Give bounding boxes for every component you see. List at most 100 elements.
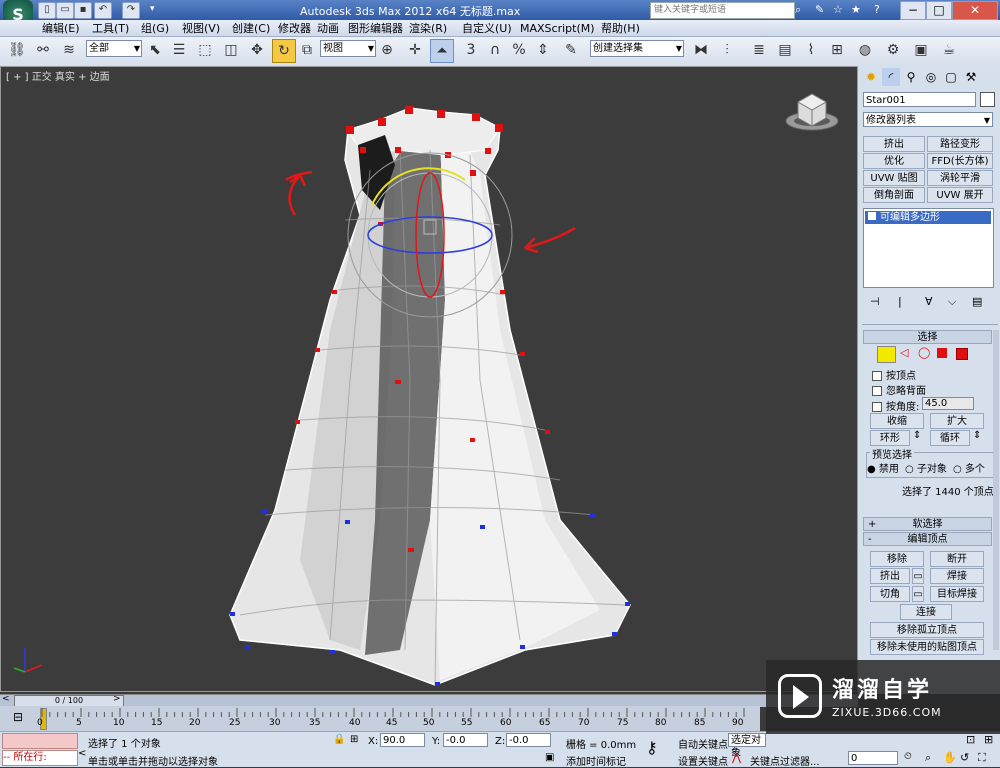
menu-maxscript[interactable]: MAXScript(M)	[520, 21, 595, 36]
edge-mode-icon[interactable]: ◁	[900, 346, 908, 359]
listener-arrow-icon[interactable]: <	[78, 748, 86, 759]
chamfer-button[interactable]: 切角	[870, 586, 910, 602]
remove-modifier-icon[interactable]: ⌵	[948, 295, 956, 309]
rect-selection-icon[interactable]: ⬚	[194, 39, 216, 61]
border-mode-icon[interactable]: ◯	[918, 346, 930, 359]
menu-group[interactable]: 组(G)	[141, 21, 169, 36]
reference-coord-dropdown[interactable]: 视图 ▼	[320, 40, 376, 57]
target-weld-button[interactable]: 目标焊接	[930, 586, 984, 602]
favorites-icon[interactable]: ★	[851, 3, 861, 16]
expand-icon[interactable]	[868, 212, 876, 220]
utilities-tab-icon[interactable]: ⚒	[962, 68, 980, 86]
shrink-button[interactable]: 收缩	[870, 413, 924, 429]
quick-access-dropdown-icon[interactable]: ▾	[150, 4, 155, 14]
extrude-settings-icon[interactable]: ▭	[912, 568, 924, 584]
z-coordinate-field[interactable]: -0.0	[506, 733, 551, 747]
render-teapot-icon[interactable]: ☕	[938, 39, 960, 61]
select-rotate-icon[interactable]: ↻	[272, 39, 296, 63]
checkbox-box[interactable]	[872, 386, 882, 396]
preview-disabled-radio[interactable]: ● 禁用	[867, 460, 899, 475]
display-tab-icon[interactable]: ▢	[942, 68, 960, 86]
loop-spinner-icon[interactable]: ⇕	[973, 430, 981, 441]
pan-view-icon[interactable]: ✋	[943, 751, 957, 764]
keyboard-shortcut-override-icon[interactable]: ⏶	[430, 39, 454, 63]
lock-selection-icon[interactable]: 🔒	[333, 734, 345, 745]
modifier-uvw-unwrap-button[interactable]: UVW 展开	[927, 187, 993, 203]
weld-button[interactable]: 焊接	[930, 568, 984, 584]
graphite-ribbon-icon[interactable]: ▤	[774, 39, 796, 61]
object-color-swatch[interactable]	[980, 92, 995, 107]
soft-selection-rollout-header[interactable]: + 软选择	[863, 517, 992, 531]
angle-value-spinner[interactable]: 45.0	[922, 397, 974, 410]
close-button[interactable]: ✕	[952, 1, 998, 20]
angle-snap-icon[interactable]: ∩	[484, 39, 506, 61]
modifier-uvw-map-button[interactable]: UVW 贴图	[863, 170, 925, 186]
select-manipulate-icon[interactable]: ✛	[404, 39, 426, 61]
tools-icon[interactable]: ✎	[815, 3, 824, 16]
create-tab-icon[interactable]: ✹	[862, 68, 880, 86]
selection-filter-dropdown[interactable]: 全部 ▼	[86, 40, 142, 57]
checkbox-box[interactable]	[872, 371, 882, 381]
ring-button[interactable]: 环形	[870, 430, 910, 446]
time-tag-icon[interactable]: ▣	[545, 752, 554, 763]
hierarchy-tab-icon[interactable]: ⚲	[902, 68, 920, 86]
ignore-backfacing-checkbox[interactable]: 忽略背面	[872, 382, 926, 397]
collapse-minus-icon[interactable]: -	[868, 533, 872, 546]
zoom-extents-all-icon[interactable]: ⊞	[984, 733, 993, 746]
grow-button[interactable]: 扩大	[930, 413, 984, 429]
selection-rollout-header[interactable]: 选择	[863, 330, 992, 344]
open-file-icon[interactable]: ▭	[56, 2, 74, 19]
percent-snap-icon[interactable]: %	[508, 39, 530, 61]
ring-spinner-icon[interactable]: ⇕	[913, 430, 921, 441]
x-coordinate-field[interactable]: 90.0	[380, 733, 425, 747]
maximize-viewport-icon[interactable]: ⛶	[978, 751, 986, 765]
make-unique-icon[interactable]: ∀	[925, 295, 933, 308]
menu-help[interactable]: 帮助(H)	[601, 21, 640, 36]
named-selection-dropdown[interactable]: 创建选择集 ▼	[590, 40, 684, 57]
mini-curve-editor-icon[interactable]: ⊟	[4, 710, 32, 728]
help-icon[interactable]: ?	[874, 3, 880, 16]
stack-item-editable-poly[interactable]: 可编辑多边形	[865, 211, 991, 224]
select-object-icon[interactable]: ⬉	[144, 39, 166, 61]
show-end-result-icon[interactable]: |	[898, 295, 902, 308]
rendered-frame-icon[interactable]: ▣	[910, 39, 932, 61]
motion-tab-icon[interactable]: ◎	[922, 68, 940, 86]
auto-key-button[interactable]: 自动关键点	[678, 736, 728, 751]
modifier-path-deform-button[interactable]: 路径变形	[927, 136, 993, 152]
save-file-icon[interactable]: ▪	[74, 2, 92, 19]
modifier-optimize-button[interactable]: 优化	[863, 153, 925, 169]
select-scale-icon[interactable]: ⧉	[296, 39, 318, 61]
remove-isolated-vertices-button[interactable]: 移除孤立顶点	[870, 622, 984, 638]
undo-icon[interactable]: ↶	[94, 2, 112, 19]
edit-named-selection-icon[interactable]: ✎	[560, 39, 582, 61]
modifier-ffd-box-button[interactable]: FFD(长方体)	[927, 153, 993, 169]
break-button[interactable]: 断开	[930, 551, 984, 567]
key-curve-icon[interactable]: ⋀	[732, 751, 741, 764]
maxscript-mini-listener[interactable]: -- 所在行:	[2, 750, 78, 766]
preview-subobject-radio[interactable]: ○ 子对象	[905, 460, 947, 475]
edit-vertices-rollout-header[interactable]: - 编辑顶点	[863, 532, 992, 546]
remove-unused-map-verts-button[interactable]: 移除未使用的贴图顶点	[870, 639, 984, 655]
modifier-turbosmooth-button[interactable]: 涡轮平滑	[927, 170, 993, 186]
select-and-link-icon[interactable]: ⛓	[6, 39, 28, 61]
preview-multi-radio[interactable]: ○ 多个	[953, 460, 985, 475]
spinner-snap-icon[interactable]: ⇕	[532, 39, 554, 61]
menu-create[interactable]: 创建(C)	[232, 21, 270, 36]
viewport-scene[interactable]	[0, 66, 858, 692]
chamfer-settings-icon[interactable]: ▭	[912, 586, 924, 602]
new-file-icon[interactable]: ▯	[38, 2, 56, 19]
binoculars-icon[interactable]: ⌕	[795, 3, 801, 17]
curve-editor-icon[interactable]: ⌇	[800, 39, 822, 61]
orbit-icon[interactable]: ↺	[960, 751, 969, 764]
key-icon[interactable]: ⚷	[646, 738, 658, 757]
align-icon[interactable]: ⫶	[716, 39, 738, 61]
object-name-field[interactable]: Star001	[863, 92, 976, 107]
select-by-name-icon[interactable]: ☰	[168, 39, 190, 61]
redo-icon[interactable]: ↷	[122, 2, 140, 19]
pivot-center-icon[interactable]: ⊕	[376, 39, 398, 61]
menu-graph-editors[interactable]: 图形编辑器	[348, 21, 403, 36]
polygon-mode-icon[interactable]	[937, 348, 947, 358]
by-vertex-checkbox[interactable]: 按顶点	[872, 367, 916, 382]
search-input[interactable]: 键入关键字或短语	[650, 2, 795, 19]
minimize-button[interactable]: −	[900, 1, 926, 20]
